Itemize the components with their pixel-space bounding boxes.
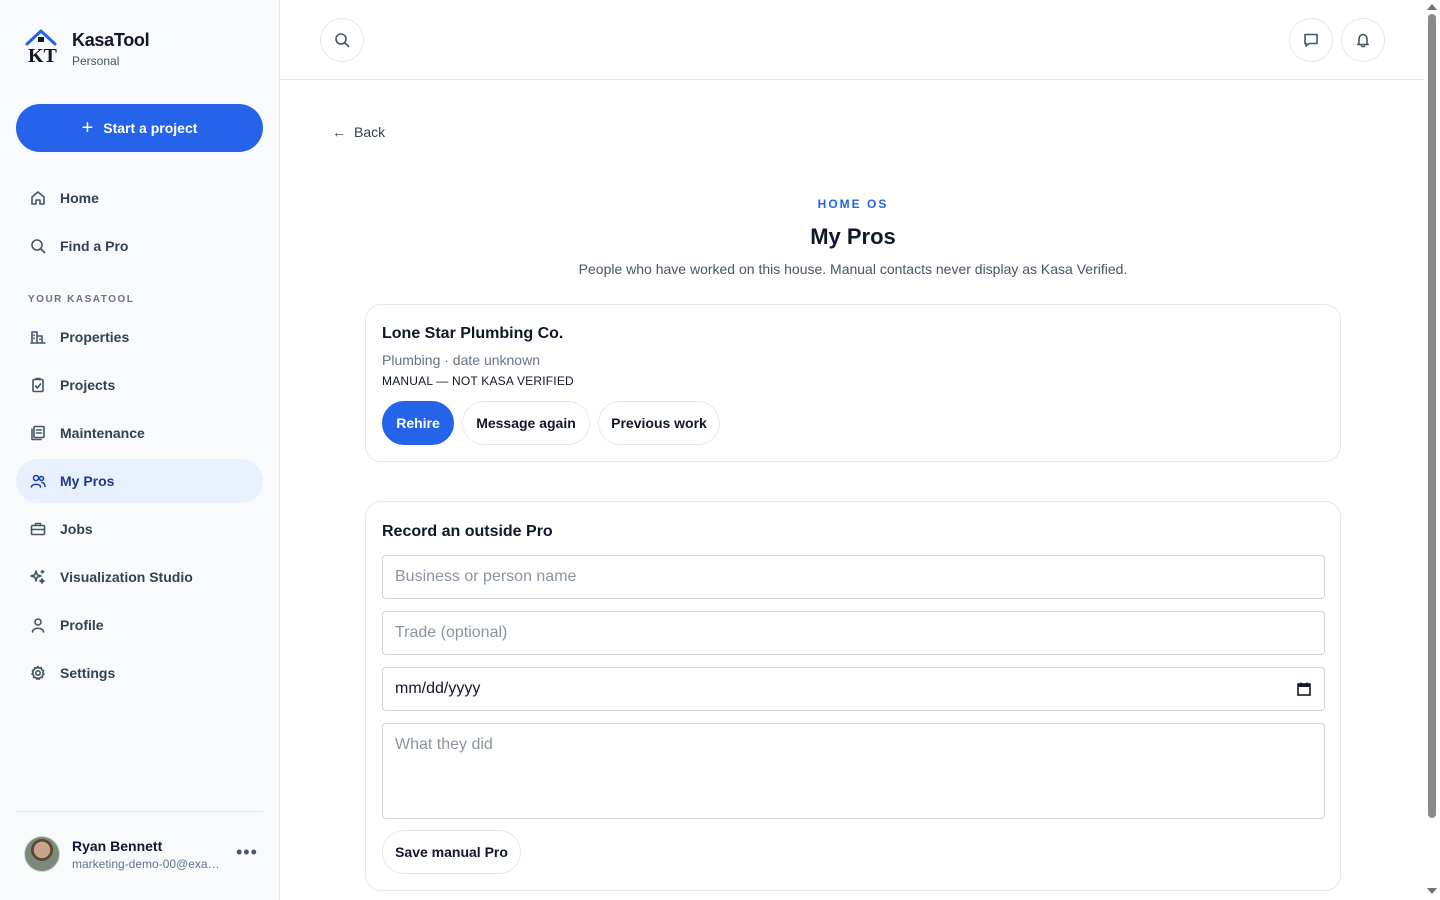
start-project-label: Start a project — [103, 120, 198, 136]
sidebar-item-label: My Pros — [60, 473, 115, 489]
scrollbar[interactable] — [1424, 0, 1440, 900]
home-icon — [31, 191, 45, 205]
previous-work-button[interactable]: Previous work — [598, 401, 720, 445]
plus-icon: + — [81, 117, 94, 139]
sidebar-item-home[interactable]: Home — [16, 176, 263, 220]
scroll-thumb[interactable] — [1428, 14, 1436, 818]
sidebar-item-maintenance[interactable]: Maintenance — [16, 411, 263, 455]
sidebar-item-label: Home — [60, 190, 99, 206]
rehire-button[interactable]: Rehire — [382, 401, 454, 445]
users-icon — [30, 474, 46, 488]
search-button[interactable] — [320, 18, 364, 62]
pro-meta: Plumbing · date unknown — [382, 352, 540, 368]
building-icon — [30, 331, 46, 344]
page-title: My Pros — [810, 224, 896, 249]
sidebar-item-label: Settings — [60, 665, 116, 681]
user-account[interactable]: Ryan Bennett marketing-demo-00@example.c… — [24, 836, 222, 872]
user-email: marketing-demo-00@example.com — [72, 856, 222, 871]
sidebar-item-label: Maintenance — [60, 425, 145, 441]
briefcase-icon — [30, 522, 46, 536]
pro-name-input[interactable] — [382, 555, 1325, 599]
sidebar-item-label: Profile — [60, 617, 104, 633]
sidebar-item-profile[interactable]: Profile — [16, 603, 263, 647]
back-link[interactable]: ← Back — [332, 124, 385, 140]
date-input[interactable]: mm/dd/yyyy — [382, 667, 1325, 711]
sidebar-item-properties[interactable]: Properties — [16, 315, 263, 359]
save-manual-pro-button[interactable]: Save manual Pro — [382, 830, 521, 874]
user-name: Ryan Bennett — [72, 837, 163, 854]
scroll-up-arrow-icon[interactable] — [1427, 4, 1437, 10]
trade-input[interactable] — [382, 611, 1325, 655]
scroll-down-arrow-icon[interactable] — [1427, 888, 1437, 894]
brand[interactable]: KT KasaTool Personal — [24, 28, 150, 68]
sidebar-item-settings[interactable]: Settings — [16, 651, 263, 695]
search-icon — [335, 33, 350, 48]
form-title: Record an outside Pro — [382, 523, 553, 540]
sidebar: KT KasaTool Personal + Start a project H… — [0, 0, 280, 900]
sidebar-item-visualization-studio[interactable]: Visualization Studio — [16, 555, 263, 599]
back-label: Back — [354, 124, 386, 140]
sidebar-item-projects[interactable]: Projects — [16, 363, 263, 407]
sidebar-item-label: Find a Pro — [60, 238, 129, 254]
sparkles-icon — [30, 569, 45, 584]
verification-status: MANUAL — NOT KASA VERIFIED — [382, 374, 574, 388]
pro-name: Lone Star Plumbing Co. — [382, 325, 564, 342]
brand-name: KasaTool — [72, 30, 150, 50]
sidebar-divider — [16, 811, 263, 812]
page-eyebrow: HOME OS — [817, 197, 889, 211]
pro-card: Lone Star Plumbing Co. Plumbing · date u… — [365, 304, 1341, 462]
sidebar-item-find-a-pro[interactable]: Find a Pro — [16, 224, 263, 268]
topbar — [280, 0, 1424, 80]
page-subtitle: People who have worked on this house. Ma… — [578, 261, 1128, 277]
more-options-icon[interactable]: ••• — [236, 843, 258, 861]
search-icon — [31, 239, 46, 254]
sidebar-item-jobs[interactable]: Jobs — [16, 507, 263, 551]
svg-text:KT: KT — [28, 45, 58, 64]
avatar — [24, 836, 60, 872]
messages-button[interactable] — [1289, 18, 1333, 62]
work-description-input[interactable] — [382, 723, 1325, 819]
kasatool-logo-icon: KT — [25, 29, 58, 64]
bell-icon — [1357, 33, 1369, 48]
gear-icon — [31, 665, 45, 680]
calendar-icon[interactable] — [1296, 681, 1312, 697]
date-placeholder: mm/dd/yyyy — [395, 680, 481, 697]
arrow-left-icon: ← — [332, 124, 346, 140]
message-icon — [1304, 33, 1318, 47]
sidebar-item-label: Properties — [60, 329, 130, 345]
message-again-button[interactable]: Message again — [462, 401, 590, 445]
notifications-button[interactable] — [1341, 18, 1385, 62]
start-project-button[interactable]: + Start a project — [16, 104, 263, 152]
sidebar-item-label: Visualization Studio — [60, 569, 193, 585]
sidebar-item-label: Jobs — [60, 521, 93, 537]
brand-subtitle: Personal — [72, 54, 120, 68]
sidebar-item-my-pros[interactable]: My Pros — [16, 459, 263, 503]
section-label: YOUR KASATOOL — [28, 294, 135, 305]
user-icon — [31, 618, 45, 633]
notes-icon — [31, 425, 45, 441]
sidebar-item-label: Projects — [60, 377, 116, 393]
clipboard-icon — [32, 377, 44, 393]
record-pro-form: Record an outside Pro mm/dd/yyyy Save ma… — [365, 501, 1341, 891]
